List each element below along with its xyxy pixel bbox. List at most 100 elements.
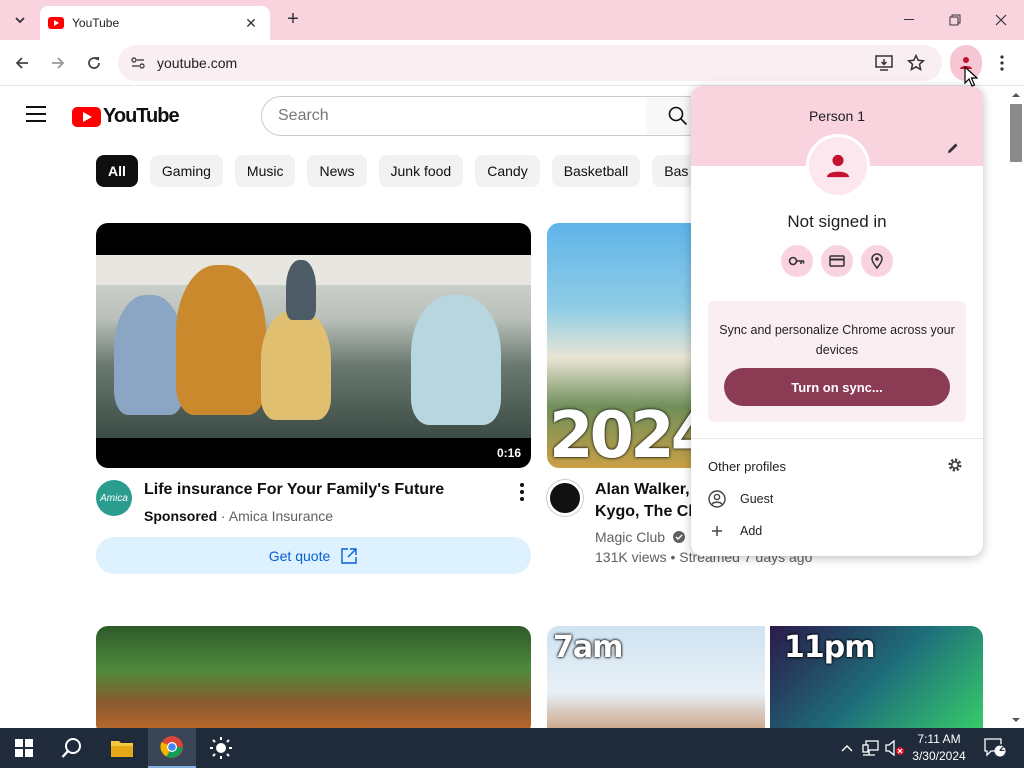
notification-count: 2 — [999, 743, 1005, 754]
channel-name-text: Magic Club — [595, 529, 666, 545]
thumbnail-figure — [261, 310, 331, 420]
video-options-button[interactable] — [514, 481, 530, 503]
sync-description: Sync and personalize Chrome across your … — [719, 323, 955, 357]
profile-avatar — [806, 134, 870, 198]
page-scrollbar[interactable] — [1008, 87, 1024, 728]
thumbnail-text: 2024 — [549, 399, 692, 468]
video-thumbnail-ad[interactable]: 0:16 — [96, 223, 531, 468]
tab-strip: YouTube ✕ + — [0, 0, 1024, 40]
verified-icon — [672, 531, 685, 543]
guest-label: Guest — [740, 492, 774, 506]
search-icon — [668, 106, 688, 126]
taskbar-clock[interactable]: 7:11 AM 3/30/2024 — [906, 731, 972, 765]
video-thumbnail-2024[interactable]: 2024 — [547, 223, 692, 468]
add-label: Add — [740, 524, 763, 538]
turn-on-sync-button[interactable]: Turn on sync... — [724, 368, 950, 406]
chevron-down-icon — [15, 17, 25, 23]
brightness-app-button[interactable] — [197, 728, 245, 768]
video-thumbnail-7am[interactable]: 7am — [547, 626, 765, 728]
thumbnail-figure — [286, 260, 316, 320]
chip-all[interactable]: All — [96, 155, 138, 187]
install-app-button[interactable] — [874, 53, 894, 73]
profile-name: Person 1 — [808, 108, 866, 124]
scroll-down-icon[interactable] — [1008, 715, 1024, 725]
payment-methods-button[interactable] — [821, 245, 853, 277]
dot — [520, 483, 524, 487]
ad-meta: Sponsored · Amica Insurance — [144, 508, 333, 524]
action-center-button[interactable]: 2 — [980, 728, 1010, 768]
address-bar[interactable]: youtube.com — [118, 45, 942, 81]
taskbar-search-button[interactable] — [48, 728, 96, 768]
addresses-button[interactable] — [861, 245, 893, 277]
scrollbar-thumb[interactable] — [1010, 104, 1022, 162]
sun-icon — [210, 737, 232, 759]
key-icon — [788, 256, 805, 266]
thumbnail-figure — [411, 295, 501, 425]
guest-profile-item[interactable]: Guest — [708, 487, 968, 511]
chrome-menu-button[interactable] — [990, 49, 1014, 77]
minimize-button[interactable] — [886, 0, 932, 40]
close-window-button[interactable] — [978, 0, 1024, 40]
reload-icon — [88, 57, 100, 69]
start-button[interactable] — [0, 728, 48, 768]
youtube-search-input[interactable]: Search — [261, 96, 647, 136]
chrome-icon — [160, 736, 183, 758]
plus-icon — [708, 522, 726, 540]
network-button[interactable] — [861, 728, 881, 768]
clock-time: 7:11 AM — [917, 732, 961, 746]
install-icon — [875, 55, 893, 71]
thumbnail-text: 11pm — [784, 630, 875, 665]
volume-button[interactable] — [884, 728, 906, 768]
kebab-menu-icon — [1000, 55, 1004, 71]
get-quote-button[interactable]: Get quote — [96, 537, 531, 574]
back-button[interactable] — [8, 49, 36, 77]
edit-profile-button[interactable] — [943, 138, 963, 158]
chip-gaming[interactable]: Gaming — [149, 155, 223, 187]
file-explorer-button[interactable] — [98, 728, 146, 768]
video-thumbnail-11pm[interactable]: 11pm — [770, 626, 983, 728]
mouse-cursor-icon — [964, 66, 978, 87]
maximize-button[interactable] — [932, 0, 978, 40]
volume-muted-icon — [885, 740, 904, 756]
tab-search-button[interactable] — [8, 8, 32, 32]
video-title[interactable]: Life insurance For Your Family's Future — [144, 479, 444, 501]
channel-name[interactable]: Magic Club — [595, 529, 685, 545]
folder-icon — [111, 741, 133, 757]
video-thumbnail-cottage[interactable] — [96, 626, 531, 728]
gear-icon[interactable] — [947, 457, 963, 473]
url-text[interactable]: youtube.com — [157, 55, 237, 71]
site-settings-icon[interactable] — [130, 55, 146, 71]
video-title-line1[interactable]: Alan Walker, D — [595, 479, 706, 501]
chip-news[interactable]: News — [307, 155, 367, 187]
youtube-logo-text: YouTube — [103, 105, 180, 127]
thumbnail-text: 7am — [553, 630, 623, 665]
add-profile-item[interactable]: Add — [708, 519, 968, 543]
clock-date: 3/30/2024 — [912, 749, 966, 763]
bookmark-button[interactable] — [906, 53, 926, 73]
network-icon — [862, 740, 879, 756]
card-icon — [829, 255, 845, 267]
chip-candy[interactable]: Candy — [475, 155, 540, 187]
chrome-taskbar-button[interactable] — [148, 728, 196, 768]
chip-music[interactable]: Music — [234, 155, 296, 187]
passwords-button[interactable] — [781, 245, 813, 277]
tab-close-button[interactable]: ✕ — [242, 15, 260, 32]
channel-avatar-magic-club[interactable] — [547, 480, 583, 516]
chip-basketball[interactable]: Basketball — [551, 155, 641, 187]
search-icon — [61, 738, 81, 758]
guest-icon — [708, 490, 726, 508]
guide-menu-button[interactable] — [26, 106, 46, 122]
chip-junk-food[interactable]: Junk food — [378, 155, 464, 187]
youtube-logo[interactable]: YouTube — [72, 105, 180, 128]
external-link-icon — [341, 547, 357, 564]
reload-button[interactable] — [80, 49, 108, 77]
profile-menu: Person 1 Not signed in Sync and personal… — [691, 86, 983, 556]
new-tab-button[interactable]: + — [282, 8, 304, 32]
sync-promo: Sync and personalize Chrome across your … — [708, 301, 966, 422]
scroll-up-icon[interactable] — [1008, 90, 1024, 100]
advertiser-name: · Amica Insurance — [221, 508, 334, 524]
channel-avatar[interactable]: Amica — [96, 480, 132, 516]
tray-overflow-button[interactable] — [838, 728, 856, 768]
tab-youtube[interactable]: YouTube ✕ — [40, 6, 270, 40]
forward-button[interactable] — [44, 49, 72, 77]
